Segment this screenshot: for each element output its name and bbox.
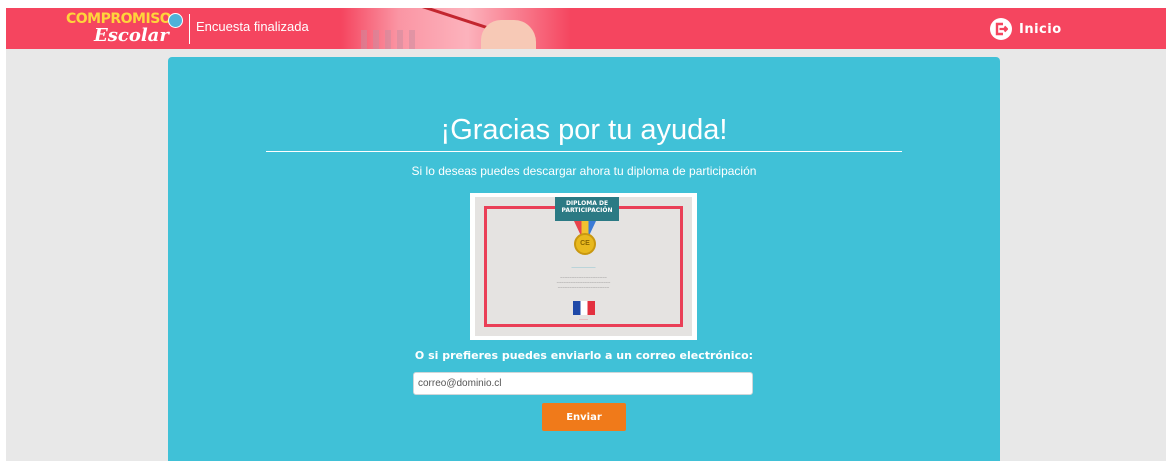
chile-flag-icon	[573, 301, 595, 315]
diploma-paper: DIPLOMA DE PARTICIPACIÓN CE —————— ~~~~~…	[475, 197, 692, 336]
banner-chart-graphic	[361, 30, 421, 49]
header-divider	[189, 14, 190, 44]
send-button[interactable]: Enviar	[542, 403, 626, 431]
email-prompt: O si prefieres puedes enviarlo a un corr…	[414, 349, 754, 362]
banner-hand-graphic	[481, 20, 536, 49]
section-title: Encuesta finalizada	[196, 19, 309, 34]
thank-you-card: ¡Gracias por tu ayuda! Si lo deseas pued…	[168, 57, 1000, 461]
medal-icon: CE	[574, 233, 596, 255]
logo-bottom-text: Escolar	[94, 25, 169, 46]
diploma-recipient-line: ——————	[571, 264, 596, 269]
page-title: ¡Gracias por tu ayuda!	[440, 114, 728, 146]
inicio-button[interactable]: Inicio	[990, 17, 1062, 41]
diploma-body-text: ~~~~~~~~~~~~~~~~~~~~ ~~~~~~~~~~~~~~~~~~~~…	[556, 275, 611, 290]
logout-icon	[990, 18, 1012, 40]
diploma-signature-mark: ———	[579, 317, 588, 321]
heading-divider	[266, 151, 902, 152]
banner-image	[341, 8, 571, 49]
diploma-ribbon: DIPLOMA DE PARTICIPACIÓN	[555, 197, 619, 221]
email-field[interactable]	[413, 372, 753, 395]
compromiso-escolar-logo[interactable]: COMPROMISO Escolar	[66, 11, 184, 47]
diploma-preview-image[interactable]: DIPLOMA DE PARTICIPACIÓN CE —————— ~~~~~…	[470, 193, 697, 340]
logo-heart-icon	[168, 13, 183, 28]
download-instructions: Si lo deseas puedes descargar ahora tu d…	[411, 164, 757, 178]
inicio-label: Inicio	[1019, 21, 1062, 37]
top-bar: COMPROMISO Escolar Encuesta finalizada I…	[6, 8, 1166, 49]
